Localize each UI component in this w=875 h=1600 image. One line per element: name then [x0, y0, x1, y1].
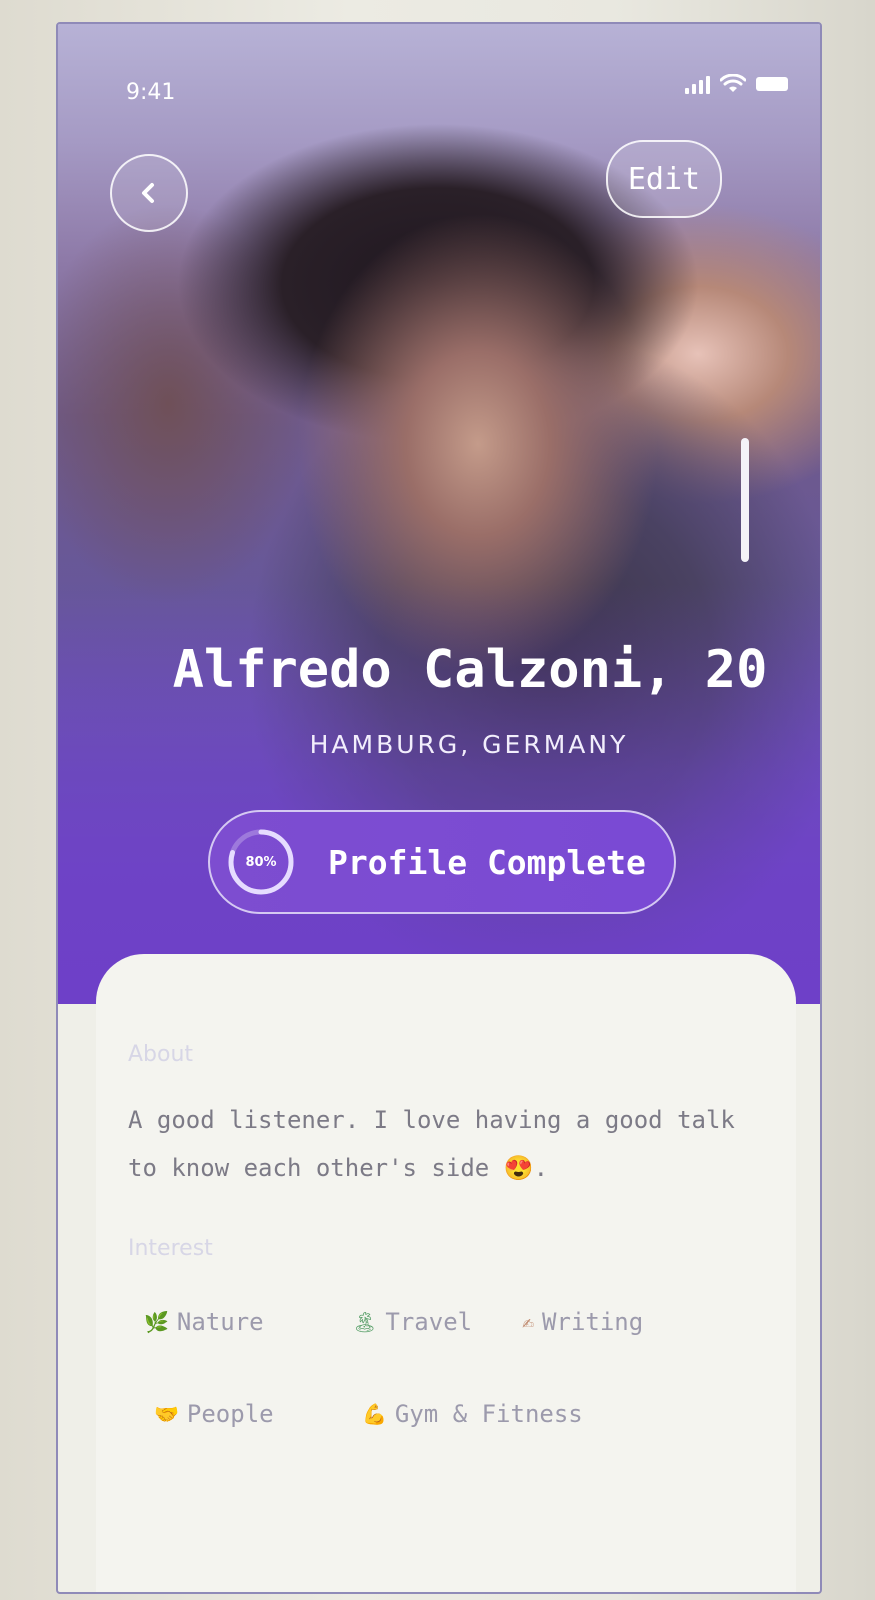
flexed-arm-icon: 💪: [362, 1402, 387, 1426]
profile-location: HAMBURG, GERMANY: [309, 730, 629, 759]
interest-label: Gym & Fitness: [394, 1400, 583, 1428]
about-line-2-text: to know each other's side: [128, 1154, 490, 1182]
about-line-end: .: [533, 1154, 549, 1182]
interest-title: Interest: [128, 1236, 213, 1261]
handshake-icon: 🤝: [154, 1402, 179, 1426]
profile-complete-button[interactable]: 80% Profile Complete: [208, 810, 676, 914]
palm-tree-icon: 🏝: [352, 1310, 378, 1334]
about-title: About: [128, 1042, 194, 1067]
interest-label: Writing: [542, 1308, 644, 1336]
photo-scroll-indicator[interactable]: [741, 438, 749, 562]
phone-frame: 9:41 Edit Alfredo Calzoni, 20 HAMBURG, G…: [56, 22, 822, 1594]
interest-chip-travel[interactable]: 🏝 Travel: [352, 1308, 472, 1336]
completion-percent: 80%: [245, 854, 277, 870]
interest-label: People: [186, 1400, 274, 1428]
wifi-icon: [720, 74, 746, 92]
interest-chip-writing[interactable]: ✍ Writing: [522, 1308, 643, 1336]
interest-chip-nature[interactable]: 🌿 Nature: [144, 1308, 264, 1336]
interest-chip-people[interactable]: 🤝 People: [154, 1400, 274, 1428]
back-button[interactable]: [110, 154, 188, 232]
about-text: A good listener. I love having a good ta…: [128, 1096, 748, 1192]
heart-eyes-emoji: 😍: [503, 1154, 534, 1182]
interest-label: Nature: [176, 1308, 264, 1336]
profile-name: Alfredo Calzoni, 20: [172, 640, 768, 700]
leaf-icon: 🌿: [144, 1310, 169, 1334]
pencil-icon: ✍: [522, 1310, 535, 1334]
profile-complete-label: Profile Complete: [328, 842, 646, 882]
about-line-2: to know each other's side 😍.: [128, 1144, 748, 1192]
battery-icon: [756, 77, 788, 91]
status-time: 9:41: [126, 80, 176, 105]
progress-ring: 80%: [224, 825, 298, 899]
edit-button[interactable]: Edit: [606, 140, 722, 218]
interest-chip-gym-fitness[interactable]: 💪 Gym & Fitness: [362, 1400, 583, 1428]
details-card: [96, 954, 796, 1592]
chevron-left-icon: [142, 183, 154, 203]
signal-icon: [685, 74, 710, 94]
about-line-1: A good listener. I love having a good ta…: [128, 1106, 735, 1134]
interest-label: Travel: [385, 1308, 473, 1336]
status-icons: [685, 74, 788, 94]
